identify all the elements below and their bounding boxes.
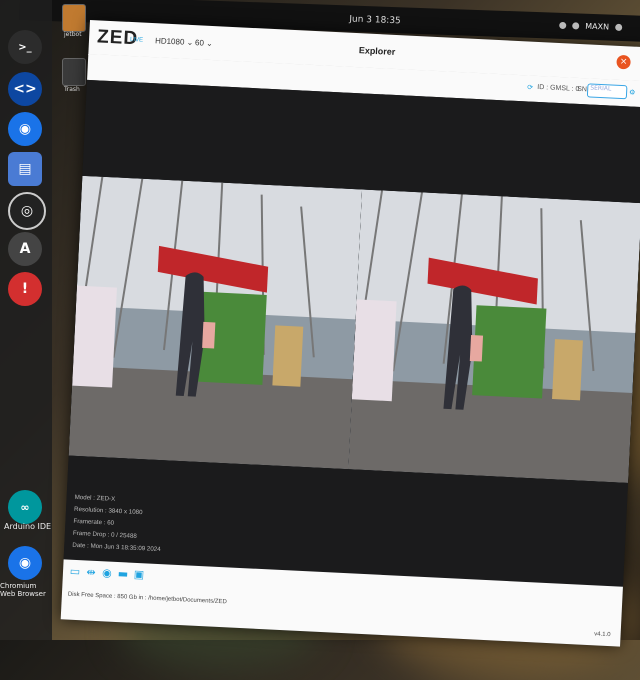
volume-icon[interactable] bbox=[572, 22, 580, 30]
split-view-icon[interactable]: ⇹ bbox=[85, 565, 98, 579]
alert-icon[interactable]: ! bbox=[8, 272, 42, 306]
chromium-desktop-icon[interactable]: ◉ bbox=[8, 546, 42, 580]
fps-select[interactable]: 60 ⌄ bbox=[195, 38, 213, 48]
sn-label: SN bbox=[577, 85, 588, 94]
video-viewer: Model : ZED-X Resolution : 3840 x 1080 F… bbox=[63, 79, 640, 587]
arduino-icon[interactable]: ∞ bbox=[8, 490, 42, 524]
dock: >_ <> ◉ ▤ ◎ A ! ∞ Arduino IDE ◉ Chromium… bbox=[0, 0, 52, 640]
trash-icon[interactable] bbox=[62, 58, 86, 86]
text-editor-icon[interactable]: ▤ bbox=[8, 152, 42, 186]
terminal-icon[interactable]: >_ bbox=[8, 30, 42, 64]
zed-explorer-window: ZED LIVE HD1080 ⌄ 60 ⌄ Explorer × ⟳ ID :… bbox=[60, 20, 640, 647]
network-icon[interactable] bbox=[559, 21, 567, 30]
clock[interactable]: Jun 3 18:35 bbox=[349, 15, 401, 27]
record-icon[interactable]: ◉ bbox=[101, 566, 114, 580]
camera-id-label[interactable]: ID : GMSL : 0 bbox=[537, 84, 579, 93]
disk-free-space: Disk Free Space : 850 Gb in : /home/jetb… bbox=[67, 591, 227, 606]
folder-icon[interactable]: ▭ bbox=[69, 565, 82, 579]
snapshot-icon[interactable]: ▣ bbox=[133, 568, 146, 582]
refresh-icon[interactable]: ⟳ bbox=[527, 83, 533, 91]
desktop-label-trash: Trash bbox=[64, 86, 80, 93]
chromium-icon[interactable]: ◉ bbox=[8, 112, 42, 146]
version-label: v4.1.0 bbox=[594, 631, 611, 639]
settings-icon[interactable]: ⚙ bbox=[629, 88, 636, 96]
close-icon[interactable]: × bbox=[616, 54, 631, 70]
home-folder-icon[interactable] bbox=[62, 4, 86, 32]
window-title: Explorer bbox=[358, 45, 396, 57]
power-mode-label[interactable]: MAXN bbox=[585, 22, 609, 32]
obs-icon[interactable]: ◎ bbox=[8, 192, 46, 230]
power-icon[interactable] bbox=[614, 23, 623, 32]
camera-info-panel: Model : ZED-X Resolution : 3840 x 1080 F… bbox=[72, 492, 163, 556]
right-camera-view bbox=[348, 189, 640, 483]
chromium-label: Chromium Web Browser bbox=[0, 582, 46, 598]
desktop-label-jetbot: jetbot bbox=[64, 31, 82, 38]
arduino-label: Arduino IDE bbox=[4, 522, 52, 531]
live-label: LIVE bbox=[129, 36, 144, 44]
stream-icon[interactable]: ▬ bbox=[117, 567, 130, 581]
left-camera-view bbox=[68, 175, 363, 470]
stereo-video-feed[interactable] bbox=[68, 175, 640, 483]
resolution-select[interactable]: HD1080 ⌄ bbox=[155, 36, 194, 47]
serial-input[interactable]: SERIAL bbox=[586, 83, 628, 100]
vscode-icon[interactable]: <> bbox=[8, 72, 42, 106]
software-center-icon[interactable]: A bbox=[8, 232, 42, 266]
system-tray[interactable]: MAXN bbox=[559, 21, 623, 32]
